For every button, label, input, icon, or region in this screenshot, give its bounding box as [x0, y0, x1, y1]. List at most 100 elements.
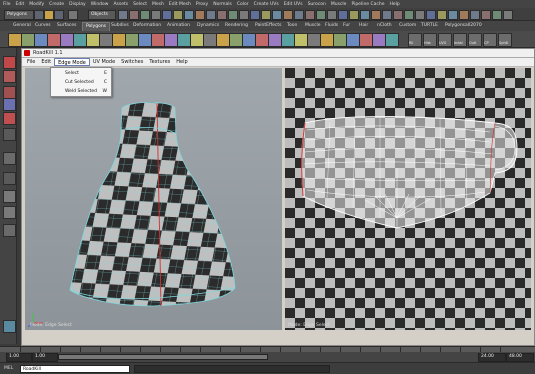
dress-mesh[interactable] — [69, 101, 236, 307]
main-menu-item[interactable]: Create UVs — [254, 2, 279, 7]
shelf-tool-icon[interactable] — [190, 33, 204, 47]
toolbox-tool-icon[interactable] — [3, 128, 16, 141]
shelf-labeled-icon[interactable]: CP — [483, 33, 497, 47]
dropdown-item[interactable]: Weld Selected W — [51, 88, 111, 96]
shelf-tool-icon[interactable] — [385, 33, 399, 47]
new-scene-icon[interactable] — [34, 10, 44, 20]
status-tool-icon[interactable] — [415, 10, 425, 20]
toolbox-tool-icon[interactable] — [3, 206, 16, 219]
status-tool-icon[interactable] — [173, 10, 183, 20]
shelf-tool-icon[interactable] — [21, 33, 35, 47]
main-menu-item[interactable]: Edit UVs — [284, 2, 303, 7]
status-tool-icon[interactable] — [481, 10, 491, 20]
shelf-tab[interactable]: Animation — [164, 22, 193, 30]
shelf-labeled-icon[interactable]: Indal — [453, 33, 467, 47]
status-tool-icon[interactable] — [338, 10, 348, 20]
shelf-tool-icon[interactable] — [242, 33, 256, 47]
status-tool-icon[interactable] — [294, 10, 304, 20]
current-time-field[interactable]: 1.00 — [32, 353, 58, 362]
status-tool-icon[interactable] — [492, 10, 502, 20]
range-slider-bar[interactable] — [58, 354, 268, 360]
viewport-uv[interactable]: Mode: Edge Select — [285, 68, 531, 330]
status-tool-icon[interactable] — [316, 10, 326, 20]
shelf-tab[interactable]: Fur — [340, 22, 353, 30]
status-tool-icon[interactable] — [360, 10, 370, 20]
shelf-tool-icon[interactable] — [333, 33, 347, 47]
shelf-tool-icon[interactable] — [307, 33, 321, 47]
status-tool-icon[interactable] — [503, 10, 513, 20]
main-menu-item[interactable]: Edit Mesh — [169, 2, 191, 7]
shelf-tool-icon[interactable] — [346, 33, 360, 47]
shelf-tool-icon[interactable] — [320, 33, 334, 47]
toolbox-tool-icon[interactable] — [3, 152, 16, 165]
shelf-tool-icon[interactable] — [60, 33, 74, 47]
shelf-labeled-icon[interactable]: Sph8 — [498, 33, 512, 47]
main-menu-item[interactable]: Color — [237, 2, 249, 7]
roadkill-menu-item[interactable]: Edit — [38, 58, 54, 66]
status-tool-icon[interactable] — [206, 10, 216, 20]
roadkill-menu-item[interactable]: Switches — [118, 58, 146, 66]
shelf-tab[interactable]: Custom — [396, 22, 419, 30]
dropdown-item[interactable]: Cut Selected C — [51, 79, 111, 87]
status-tool-icon[interactable] — [129, 10, 139, 20]
shelf-tab[interactable]: Surfaces — [54, 22, 80, 30]
status-tool-icon[interactable] — [151, 10, 161, 20]
main-menu-item[interactable]: Help — [390, 2, 400, 7]
status-tool-icon[interactable] — [239, 10, 249, 20]
shelf-tool-icon[interactable] — [229, 33, 243, 47]
roadkill-menu-item[interactable]: UV Mode — [90, 58, 118, 66]
toolbox-tool-icon[interactable] — [3, 112, 16, 125]
main-menu-item[interactable]: Assets — [113, 2, 128, 7]
shelf-tab[interactable]: Dynamics — [194, 22, 222, 30]
shelf-tool-icon[interactable] — [112, 33, 126, 47]
shelf-tool-icon[interactable] — [8, 33, 22, 47]
shelf-tool-icon[interactable] — [151, 33, 165, 47]
shelf-tool-icon[interactable] — [177, 33, 191, 47]
roadkill-menu-item[interactable]: File — [24, 58, 38, 66]
main-menu-item[interactable]: File — [3, 2, 11, 7]
toolbox-tool-icon[interactable] — [3, 320, 16, 333]
shelf-tab[interactable]: Rendering — [222, 22, 251, 30]
start-time-field[interactable]: 1.00 — [6, 353, 32, 362]
toolbox-tool-icon[interactable] — [3, 70, 16, 83]
status-tool-icon[interactable] — [162, 10, 172, 20]
command-lang[interactable]: MEL — [4, 366, 13, 371]
shelf-tool-icon[interactable] — [372, 33, 386, 47]
shelf-tool-icon[interactable] — [203, 33, 217, 47]
status-tool-icon[interactable] — [228, 10, 238, 20]
shelf-tool-icon[interactable] — [34, 33, 48, 47]
main-menu-item[interactable]: Pipeline Cache — [351, 2, 384, 7]
shelf-tab[interactable]: Hair — [356, 22, 371, 30]
shelf-tool-icon[interactable] — [294, 33, 308, 47]
selection-mode-selector[interactable]: Objects — [88, 10, 116, 20]
main-menu-item[interactable]: Modify — [29, 2, 44, 7]
status-tool-icon[interactable] — [217, 10, 227, 20]
shelf-tab[interactable]: Fluids — [322, 22, 341, 30]
status-tool-icon[interactable] — [470, 10, 480, 20]
toolbox-tool-icon[interactable] — [3, 190, 16, 203]
toolbox-tool-icon[interactable] — [3, 56, 16, 69]
status-tool-icon[interactable] — [459, 10, 469, 20]
status-tool-icon[interactable] — [184, 10, 194, 20]
shelf-tab[interactable]: nCloth — [374, 22, 395, 30]
shelf-tab[interactable]: General — [10, 22, 34, 30]
shelf-tab[interactable]: PaintEffects — [252, 22, 284, 30]
status-tool-icon[interactable] — [261, 10, 271, 20]
shelf-tool-icon[interactable] — [138, 33, 152, 47]
status-tool-icon[interactable] — [250, 10, 260, 20]
shelf-tab[interactable]: TURTLE — [418, 22, 441, 30]
status-tool-icon[interactable] — [327, 10, 337, 20]
status-tool-icon[interactable] — [382, 10, 392, 20]
main-menu-item[interactable]: Select — [133, 2, 147, 7]
shelf-tool-icon[interactable] — [255, 33, 269, 47]
shelf-tool-icon[interactable] — [47, 33, 61, 47]
shelf-tool-icon[interactable] — [359, 33, 373, 47]
shelf-tab[interactable]: Subdivs — [108, 22, 132, 30]
shelf-tab[interactable]: Polygonsall2070 — [442, 22, 485, 30]
toolbox-tool-icon[interactable] — [3, 224, 16, 237]
viewport-3d[interactable]: Mode: Edge Select — [25, 68, 282, 330]
status-tool-icon[interactable] — [426, 10, 436, 20]
shelf-labeled-icon[interactable]: Outl — [468, 33, 482, 47]
status-tool-icon[interactable] — [272, 10, 282, 20]
shelf-tool-icon[interactable] — [73, 33, 87, 47]
